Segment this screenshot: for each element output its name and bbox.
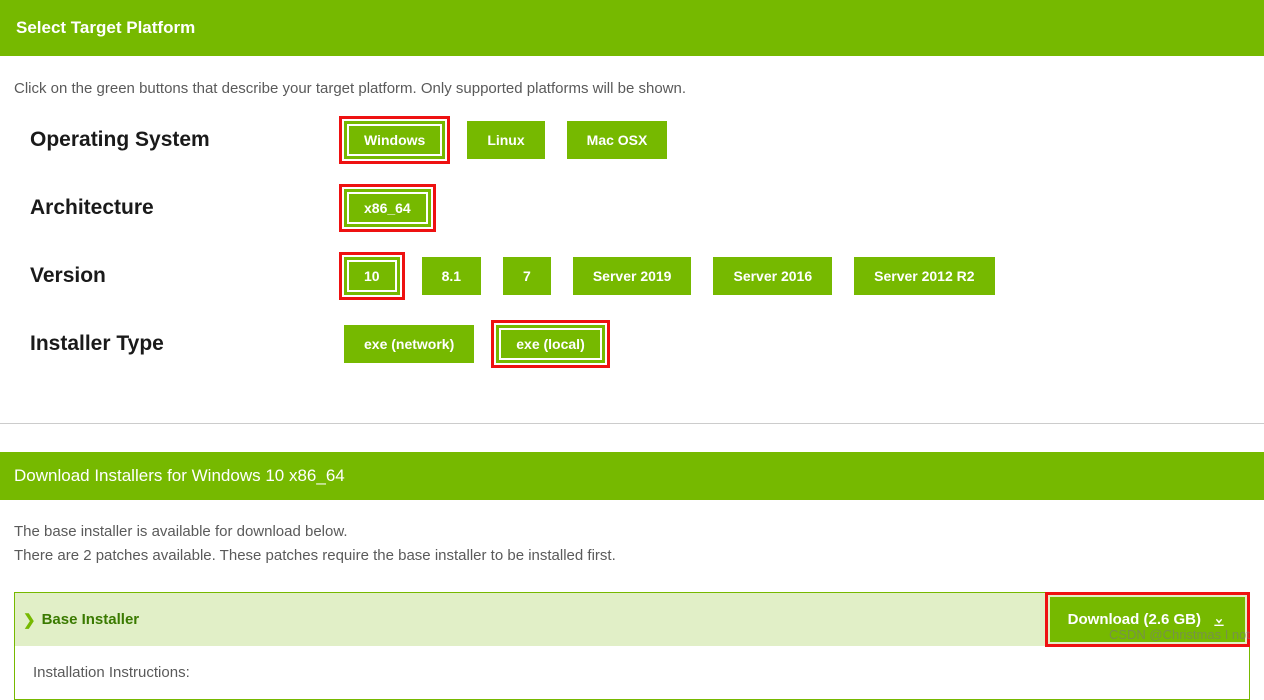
installer-option-button[interactable]: exe (local) [496,325,604,363]
version-options: 10 8.1 7 Server 2019 Server 2016 Server 2012 … [340,253,999,299]
base-installer-header[interactable]: ❯ Base Installer Download (2.6 GB) [15,593,1249,646]
row-label-version: Version [30,264,340,288]
row-label-os: Operating System [30,128,340,152]
section-header: Select Target Platform [0,0,1264,56]
os-option-button[interactable]: Mac OSX [567,121,668,159]
row-version: Version 10 8.1 7 Server 2019 Server 2016 Serv… [30,253,1264,299]
download-notes: The base installer is available for down… [0,500,1264,582]
row-architecture: Architecture x86_64 [30,185,1264,231]
architecture-option-button[interactable]: x86_64 [344,189,431,227]
installer-options: exe (network) exe (local) [340,321,609,367]
architecture-options: x86_64 [340,185,435,231]
row-installer-type: Installer Type exe (network) exe (local) [30,321,1264,367]
version-option-wrap: Server 2019 [569,253,696,299]
selector-rows: Operating System Windows Linux Mac OSX Arc… [0,117,1264,419]
os-option-wrap: Linux [463,117,548,163]
section-title: Select Target Platform [16,18,195,37]
row-os: Operating System Windows Linux Mac OSX [30,117,1264,163]
installer-option-wrap: exe (local) [492,321,608,367]
version-option-button[interactable]: 8.1 [422,257,481,295]
os-option-button[interactable]: Windows [344,121,445,159]
download-button[interactable]: Download (2.6 GB) [1050,597,1245,642]
architecture-option-wrap: x86_64 [340,185,435,231]
download-section-title: Download Installers for Windows 10 x86_6… [14,466,345,485]
row-label-installer: Installer Type [30,332,340,356]
base-installer-label: Base Installer [42,611,140,628]
os-option-button[interactable]: Linux [467,121,544,159]
version-option-wrap: 7 [499,253,555,299]
base-installer-block: ❯ Base Installer Download (2.6 GB) Insta… [14,592,1250,700]
download-section-header: Download Installers for Windows 10 x86_6… [0,452,1264,500]
version-option-wrap: 10 [340,253,404,299]
os-options: Windows Linux Mac OSX [340,117,671,163]
row-label-architecture: Architecture [30,196,340,220]
installation-instructions-label: Installation Instructions: [15,646,1249,699]
instructions-text: Click on the green buttons that describe… [0,56,1264,117]
version-option-button[interactable]: 10 [344,257,400,295]
version-option-wrap: Server 2012 R2 [850,253,998,299]
os-option-wrap: Mac OSX [563,117,672,163]
chevron-right-icon: ❯ [23,611,36,629]
download-button-label: Download (2.6 GB) [1068,611,1201,628]
installer-option-wrap: exe (network) [340,321,478,367]
version-option-button[interactable]: Server 2019 [573,257,692,295]
download-section: Download Installers for Windows 10 x86_6… [0,423,1264,700]
download-button-wrap: Download (2.6 GB) [1046,593,1249,646]
base-installer-left: ❯ Base Installer [15,611,139,629]
version-option-button[interactable]: 7 [503,257,551,295]
download-note-2: There are 2 patches available. These pat… [14,544,1264,568]
version-option-button[interactable]: Server 2012 R2 [854,257,994,295]
download-note-1: The base installer is available for down… [14,520,1264,544]
version-option-wrap: Server 2016 [709,253,836,299]
installer-option-button[interactable]: exe (network) [344,325,474,363]
version-option-wrap: 8.1 [418,253,485,299]
version-option-button[interactable]: Server 2016 [713,257,832,295]
download-icon [1211,612,1227,628]
os-option-wrap: Windows [340,117,449,163]
